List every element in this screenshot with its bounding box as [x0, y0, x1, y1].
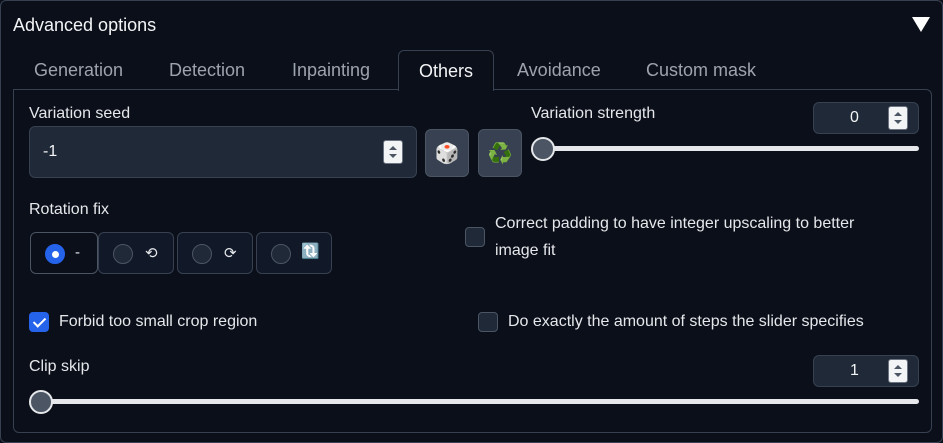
- correct-padding-checkbox[interactable]: [465, 227, 485, 247]
- correct-padding-label: Correct padding to have integer upscalin…: [495, 215, 855, 259]
- forbid-small-crop-checkbox[interactable]: [29, 312, 49, 332]
- variation-strength-input[interactable]: 0: [813, 102, 919, 134]
- variation-strength-value: 0: [850, 109, 859, 126]
- tab-bar: Generation Detection Inpainting Others A…: [13, 50, 930, 91]
- clip-skip-input[interactable]: 1: [813, 355, 919, 387]
- rotation-fix-option-none[interactable]: -: [30, 232, 98, 274]
- radio-indicator: [45, 244, 65, 264]
- variation-strength-slider[interactable]: [532, 146, 919, 151]
- tab-detection[interactable]: Detection: [149, 50, 265, 90]
- clip-skip-slider[interactable]: [30, 399, 919, 404]
- tab-avoidance[interactable]: Avoidance: [497, 50, 621, 90]
- rotation-fix-option-both[interactable]: 🔃: [256, 232, 332, 274]
- variation-strength-label: Variation strength: [531, 105, 656, 122]
- variation-seed-input[interactable]: -1: [29, 126, 417, 178]
- clip-skip-slider-thumb[interactable]: [29, 390, 53, 414]
- variation-seed-label: Variation seed: [29, 105, 131, 122]
- rotation-fix-option-ccw[interactable]: ⟲: [98, 232, 174, 274]
- rotation-option-label: -: [75, 244, 80, 261]
- panel-title[interactable]: Advanced options: [13, 15, 156, 36]
- reuse-seed-button[interactable]: ♻️: [478, 129, 522, 177]
- rotate-cw-icon: ⟳: [224, 245, 237, 262]
- variation-seed-value: -1: [43, 143, 58, 160]
- tab-content-others: Variation seed -1 🎲 ♻️ Variation strengt…: [13, 89, 932, 433]
- triangle-down-icon[interactable]: [912, 17, 930, 32]
- variation-strength-slider-thumb[interactable]: [531, 137, 555, 161]
- exact-steps-label: Do exactly the amount of steps the slide…: [508, 313, 864, 330]
- rotation-fix-label: Rotation fix: [29, 201, 110, 218]
- clip-skip-value: 1: [850, 362, 859, 379]
- radio-indicator: [192, 244, 212, 264]
- tab-generation[interactable]: Generation: [14, 50, 143, 90]
- variation-strength-spinner[interactable]: [888, 106, 908, 130]
- exact-steps-checkbox[interactable]: [478, 312, 498, 332]
- advanced-options-panel: Advanced options Generation Detection In…: [0, 0, 943, 443]
- radio-indicator: [271, 244, 291, 264]
- rotate-both-icon: 🔃: [301, 243, 320, 260]
- rotate-ccw-icon: ⟲: [145, 245, 158, 262]
- tab-inpainting[interactable]: Inpainting: [272, 50, 390, 90]
- dice-icon: 🎲: [434, 142, 460, 165]
- radio-indicator: [113, 244, 133, 264]
- random-seed-button[interactable]: 🎲: [425, 129, 469, 177]
- variation-seed-spinner[interactable]: [383, 140, 403, 164]
- tab-custom-mask[interactable]: Custom mask: [626, 50, 776, 90]
- clip-skip-spinner[interactable]: [888, 359, 908, 383]
- recycle-icon: ♻️: [487, 142, 513, 165]
- rotation-fix-option-cw[interactable]: ⟳: [177, 232, 253, 274]
- tab-others[interactable]: Others: [398, 50, 495, 91]
- forbid-small-crop-label: Forbid too small crop region: [59, 313, 258, 330]
- clip-skip-label: Clip skip: [29, 358, 90, 375]
